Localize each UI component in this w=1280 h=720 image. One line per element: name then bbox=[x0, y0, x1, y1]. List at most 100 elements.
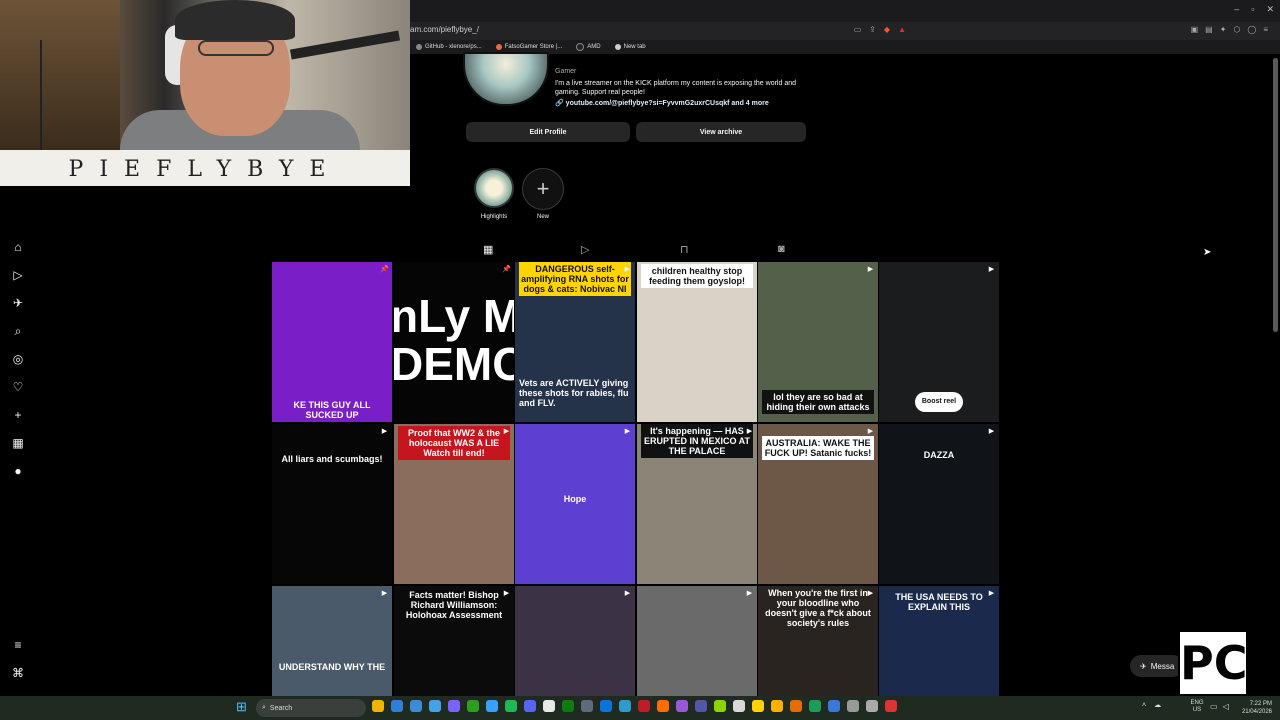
taskbar-app-icon[interactable] bbox=[581, 700, 593, 712]
grid-post[interactable]: It's happening — HAS ERUPTED IN MEXICO A… bbox=[637, 424, 757, 584]
bookmark-github[interactable]: GitHub - xlenore/ps... bbox=[416, 44, 482, 50]
language-indicator[interactable]: ENG US bbox=[1188, 700, 1206, 714]
taskbar-app-icon[interactable] bbox=[847, 700, 859, 712]
bookmark-new-tab[interactable]: New tab bbox=[614, 44, 646, 50]
maximize-icon[interactable]: ▫ bbox=[1251, 4, 1254, 15]
taskbar-search[interactable]: ⌕ Search bbox=[256, 699, 366, 717]
menu-icon[interactable]: ≡ bbox=[1263, 25, 1268, 34]
taskbar-app-icon[interactable] bbox=[543, 700, 555, 712]
taskbar-app-icon[interactable] bbox=[562, 700, 574, 712]
tab-tagged[interactable]: ◙ bbox=[778, 243, 785, 255]
profile-link[interactable]: 🔗 youtube.com/@pieflybye?si=FyvvmG2uxrCU… bbox=[555, 99, 769, 107]
taskbar-app-icon[interactable] bbox=[752, 700, 764, 712]
taskbar-app-icon[interactable] bbox=[524, 700, 536, 712]
wallet-icon[interactable]: ▤ bbox=[1205, 25, 1213, 34]
network-icon[interactable]: ▭ bbox=[1210, 702, 1218, 711]
taskbar-app-icon[interactable] bbox=[866, 700, 878, 712]
cloud-icon[interactable]: ☁ bbox=[1154, 701, 1161, 709]
taskbar-app-icon[interactable] bbox=[657, 700, 669, 712]
bookmark-fatsogamer[interactable]: FatsoGamer Store |... bbox=[495, 44, 562, 50]
taskbar-app-icon[interactable] bbox=[505, 700, 517, 712]
scrollbar[interactable] bbox=[1273, 58, 1278, 332]
grid-post[interactable]: ▶ bbox=[515, 586, 635, 696]
profile-icon[interactable]: ◯ bbox=[1247, 25, 1256, 34]
tray-chevron-icon[interactable]: ˄ bbox=[1142, 702, 1146, 709]
grid-post[interactable]: children healthy stop feeding them goysl… bbox=[637, 262, 757, 422]
grid-post[interactable]: THE USA NEEDS TO EXPLAIN THIS ▶ bbox=[879, 586, 999, 696]
taskbar-app-icon[interactable] bbox=[486, 700, 498, 712]
reels-icon[interactable]: ▷ bbox=[11, 268, 25, 282]
edit-profile-button[interactable]: Edit Profile bbox=[466, 122, 630, 142]
tab-posts[interactable]: ▦ bbox=[483, 243, 493, 256]
grid-post[interactable]: Proof that WW2 & the holocaust WAS A LIE… bbox=[394, 424, 514, 584]
clock[interactable]: 7:22 PM 21/04/2026 bbox=[1236, 700, 1272, 716]
explore-icon[interactable]: ◎ bbox=[11, 352, 25, 366]
threads-icon[interactable]: ⌘ bbox=[11, 666, 25, 680]
taskbar-app-icon[interactable] bbox=[638, 700, 650, 712]
profile-icon[interactable]: ● bbox=[11, 464, 25, 478]
highlight-cover[interactable] bbox=[474, 168, 514, 208]
taskbar-app-icon[interactable] bbox=[733, 700, 745, 712]
bookmark-amd[interactable]: AMD bbox=[576, 43, 601, 51]
grid-post[interactable]: DANGEROUS self-amplifying RNA shots for … bbox=[515, 262, 635, 422]
taskbar-app-icon[interactable] bbox=[885, 700, 897, 712]
new-highlight-button[interactable]: + bbox=[522, 168, 564, 210]
sidebar-icon[interactable]: ▣ bbox=[1191, 25, 1199, 34]
grid-post[interactable]: ▶ bbox=[637, 586, 757, 696]
grid-post[interactable]: All liars and scumbags! ▶ bbox=[272, 424, 392, 584]
taskbar-app-icon[interactable] bbox=[410, 700, 422, 712]
more-menu-icon[interactable]: ≡ bbox=[11, 638, 25, 652]
taskbar-app-icon[interactable] bbox=[809, 700, 821, 712]
taskbar-app-icon[interactable] bbox=[600, 700, 612, 712]
brave-shield-icon[interactable]: ◆ bbox=[884, 25, 890, 34]
grid-post[interactable]: nLy M DEMC 📌 bbox=[394, 262, 514, 422]
taskbar-app-icon[interactable] bbox=[429, 700, 441, 712]
taskbar-app-icon[interactable] bbox=[372, 700, 384, 712]
taskbar-app-icon[interactable] bbox=[619, 700, 631, 712]
grid-post[interactable]: Boost reel ▶ bbox=[879, 262, 999, 422]
grid-post[interactable]: UNDERSTAND WHY THE ▶ bbox=[272, 586, 392, 696]
messages-button[interactable]: ✈ Messa bbox=[1130, 655, 1185, 677]
dashboard-icon[interactable]: ▦ bbox=[11, 436, 25, 450]
webcam-tripod bbox=[40, 40, 102, 150]
grid-post[interactable]: KE THIS GUY ALL SUCKED UP 📌 bbox=[272, 262, 392, 422]
taskbar-app-icon[interactable] bbox=[828, 700, 840, 712]
view-archive-button[interactable]: View archive bbox=[636, 122, 806, 142]
minimize-icon[interactable]: – bbox=[1234, 4, 1239, 15]
taskbar-app-icon[interactable] bbox=[695, 700, 707, 712]
taskbar-app-icon[interactable] bbox=[448, 700, 460, 712]
taskbar-app-icon[interactable] bbox=[714, 700, 726, 712]
create-icon[interactable]: + bbox=[11, 408, 25, 422]
messages-icon[interactable]: ✈ bbox=[11, 296, 25, 310]
taskbar-app-icon[interactable] bbox=[676, 700, 688, 712]
post-caption: THE USA NEEDS TO EXPLAIN THIS bbox=[895, 592, 983, 612]
home-icon[interactable]: ⌂ bbox=[11, 240, 25, 254]
avatar[interactable] bbox=[463, 52, 549, 106]
address-actions: ▭ ⇪ ◆ ▲ bbox=[854, 25, 906, 34]
tab-saved[interactable]: ⊓ bbox=[680, 243, 689, 256]
address-bar[interactable]: am.com/pieflybye_/ ▭ ⇪ ◆ ▲ bbox=[410, 22, 1280, 40]
rewards-icon[interactable]: ▲ bbox=[898, 25, 906, 34]
grid-post[interactable]: DAZZA ▶ bbox=[879, 424, 999, 584]
url-text[interactable]: am.com/pieflybye_/ bbox=[410, 25, 479, 34]
vpn-icon[interactable]: ⬡ bbox=[1233, 25, 1240, 34]
extensions-icon[interactable]: ✦ bbox=[1220, 25, 1227, 34]
taskbar-app-icon[interactable] bbox=[790, 700, 802, 712]
taskbar-app-icon[interactable] bbox=[467, 700, 479, 712]
share-icon[interactable]: ⇪ bbox=[869, 25, 876, 34]
close-icon[interactable]: ✕ bbox=[1266, 4, 1274, 15]
post-caption[interactable]: Boost reel bbox=[915, 392, 963, 412]
search-icon[interactable]: ⌕ bbox=[11, 324, 25, 338]
volume-icon[interactable]: ◁ bbox=[1223, 702, 1229, 711]
grid-post[interactable]: AUSTRALIA: WAKE THE FUCK UP! Satanic fuc… bbox=[758, 424, 878, 584]
windows-start-icon[interactable]: ⊞ bbox=[236, 700, 250, 714]
grid-post[interactable]: Hope ▶ bbox=[515, 424, 635, 584]
grid-post[interactable]: Facts matter! Bishop Richard Williamson:… bbox=[394, 586, 514, 696]
screen-icon[interactable]: ▭ bbox=[854, 25, 862, 34]
notifications-icon[interactable]: ♡ bbox=[11, 380, 25, 394]
taskbar-app-icon[interactable] bbox=[391, 700, 403, 712]
taskbar-app-icon[interactable] bbox=[771, 700, 783, 712]
grid-post[interactable]: When you're the first in your bloodline … bbox=[758, 586, 878, 696]
tab-reels[interactable]: ▷ bbox=[581, 243, 589, 256]
grid-post[interactable]: lol they are so bad at hiding their own … bbox=[758, 262, 878, 422]
